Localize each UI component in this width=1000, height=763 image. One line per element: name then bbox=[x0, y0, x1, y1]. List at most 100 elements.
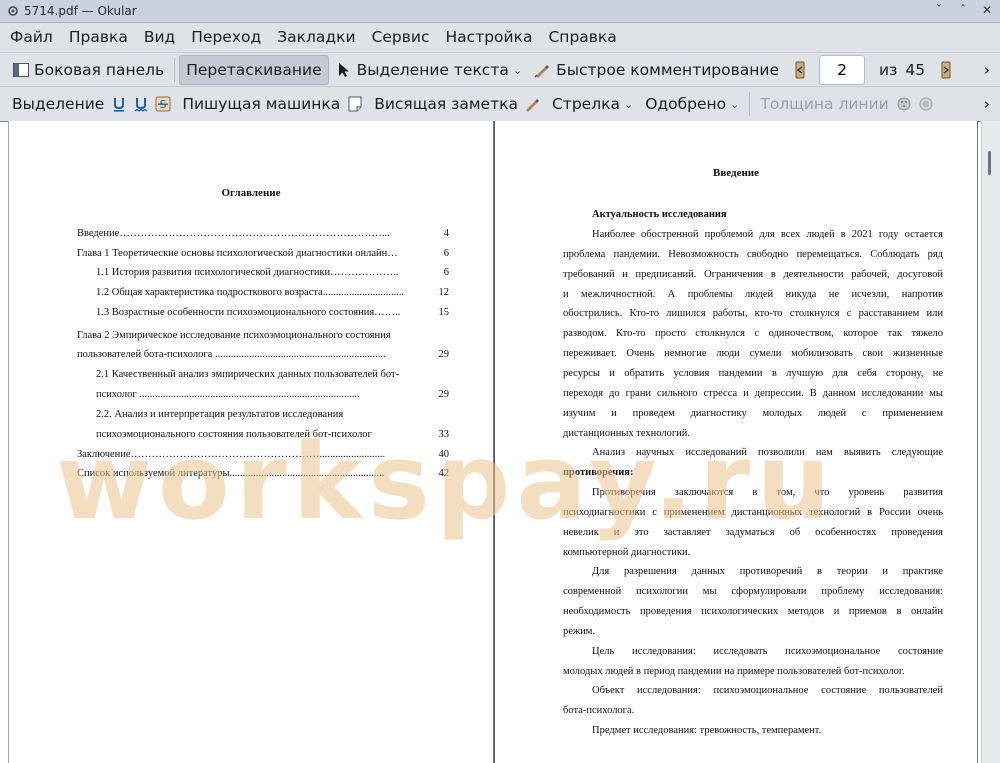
toc-entry[interactable]: психолог ...............................… bbox=[96, 389, 449, 400]
toc-entry[interactable]: 1.2 Общая характеристика подросткового в… bbox=[96, 287, 449, 298]
toc-entry-text: Список используемой литературы..........… bbox=[77, 468, 385, 479]
arrow-tool-button[interactable]: Стрелка ⌄ bbox=[546, 90, 639, 118]
paragraph-line: разводом. Кто-то просто столкнулся с оди… bbox=[563, 328, 943, 339]
toc-entry-page: 4 bbox=[443, 228, 449, 239]
toc-entry[interactable]: 1.3 Возрастные особенности психоэмоциона… bbox=[96, 307, 449, 318]
toc-entry-text: Глава 2 Эмпирическое исследование психоэ… bbox=[77, 330, 391, 341]
sticky-note-button[interactable]: Висящая заметка bbox=[368, 90, 524, 118]
toolbar2-overflow-button[interactable]: › bbox=[978, 90, 996, 118]
document-page-left: Оглавление Введение………………………………………………………… bbox=[8, 121, 494, 763]
paragraph-line: Противоречия заключаются в том, что уров… bbox=[592, 487, 943, 498]
toc-title: Оглавление bbox=[221, 187, 281, 199]
paragraph-line: дистанционных технологий. bbox=[563, 428, 691, 439]
page-number-input[interactable]: 2 bbox=[819, 55, 865, 85]
toc-entry[interactable]: Список используемой литературы..........… bbox=[77, 468, 449, 479]
toc-entry[interactable]: Глава 2 Эмпирическое исследование психоэ… bbox=[77, 330, 449, 341]
toolbar-separator bbox=[174, 58, 176, 82]
paragraph-line: психодиагностики с применением дистанцио… bbox=[563, 507, 943, 518]
toc-entry-text: Введение…………………………………………………………………... bbox=[77, 228, 390, 239]
toc-entry-text: психоэмоционального состояния пользовате… bbox=[96, 429, 372, 440]
toc-entry[interactable]: 2.1 Качественный анализ эмпирических дан… bbox=[96, 369, 449, 380]
toc-entry-text: 2.2. Анализ и интерпретация результатов … bbox=[96, 409, 344, 420]
menu-tools[interactable]: Сервис bbox=[364, 24, 438, 50]
menu-help[interactable]: Справка bbox=[540, 24, 624, 50]
chevron-down-icon[interactable]: ⌄ bbox=[730, 98, 739, 111]
toolbar-overflow-button[interactable]: › bbox=[978, 56, 996, 84]
toc-entry-text: 2.1 Качественный анализ эмпирических дан… bbox=[96, 369, 400, 380]
toc-entry[interactable]: Заключение………………………………………………............… bbox=[77, 449, 449, 460]
paragraph-line: невелик и это заставляет задуматься об о… bbox=[563, 527, 943, 538]
vertical-scrollbar[interactable] bbox=[981, 121, 1000, 763]
toc-entry-page: 29 bbox=[438, 389, 450, 400]
toc-entry-page: 33 bbox=[438, 429, 450, 440]
menu-bookmarks[interactable]: Закладки bbox=[269, 24, 363, 50]
next-page-icon[interactable] bbox=[937, 61, 955, 79]
menu-settings[interactable]: Настройка bbox=[438, 24, 541, 50]
menu-edit[interactable]: Правка bbox=[61, 24, 136, 50]
paragraph-line: Наиболее обостренной проблемой для всех … bbox=[592, 229, 943, 240]
line-width-label: Толщина линии bbox=[760, 95, 889, 113]
underline-icon[interactable] bbox=[110, 95, 128, 113]
paragraph-line: современной психологии мы сформулировали… bbox=[563, 586, 943, 597]
paragraph-line: ресурсы и обратить условия пандемии в лу… bbox=[563, 368, 943, 379]
maximize-icon[interactable]: ˆ bbox=[956, 3, 970, 17]
menu-view[interactable]: Вид bbox=[136, 24, 183, 50]
document-viewport[interactable]: Оглавление Введение………………………………………………………… bbox=[0, 121, 1000, 763]
paragraph-line: и межличностной. А проблемы людей никуда… bbox=[563, 289, 943, 300]
line-width-button[interactable]: Толщина линии bbox=[754, 90, 894, 118]
quick-comment-button[interactable]: Быстрое комментирование bbox=[528, 56, 785, 84]
toc-entry-page: 42 bbox=[438, 468, 450, 479]
opacity-icon[interactable] bbox=[917, 95, 935, 113]
paragraph-line: режим. bbox=[563, 626, 596, 637]
menu-file[interactable]: Файл bbox=[0, 24, 61, 50]
okular-app-icon bbox=[6, 4, 20, 18]
page-of-label: из bbox=[879, 61, 898, 79]
stamp-button[interactable]: Одобрено ⌄ bbox=[639, 90, 745, 118]
toolbar-separator bbox=[749, 92, 751, 116]
toc-entry-text: 1.1 История развития психологической диа… bbox=[96, 267, 399, 278]
toc-entry-page: 15 bbox=[438, 307, 450, 318]
arrow-tool-label: Стрелка bbox=[551, 95, 620, 113]
typewriter-button[interactable]: Пишущая машинка bbox=[176, 90, 346, 118]
chevron-down-icon[interactable]: ⌄ bbox=[624, 98, 633, 111]
highlight-tool-button[interactable]: Выделение bbox=[6, 90, 110, 118]
toc-entry-text: Заключение………………………………………………............… bbox=[77, 449, 386, 460]
color-picker-icon[interactable] bbox=[895, 95, 913, 113]
scrollbar-thumb[interactable] bbox=[988, 151, 991, 175]
sidebar-icon bbox=[12, 61, 30, 79]
toc-entry[interactable]: психоэмоционального состояния пользовате… bbox=[96, 429, 449, 440]
menu-go[interactable]: Переход bbox=[183, 24, 269, 50]
sticky-note-icon bbox=[346, 95, 364, 113]
toc-entry[interactable]: пользователей бота-психолога ...........… bbox=[77, 349, 449, 360]
toc-entry-page: 40 bbox=[438, 449, 450, 460]
paragraph-line: компьютерной диагностики. bbox=[563, 547, 691, 558]
text-select-button[interactable]: Выделение текста ⌄ bbox=[329, 56, 528, 84]
toc-entry[interactable]: 1.1 История развития психологической диа… bbox=[96, 267, 449, 278]
drag-mode-button[interactable]: Перетаскивание bbox=[179, 55, 329, 85]
strikeout-icon[interactable]: S bbox=[154, 95, 172, 113]
paragraph-line: переживает. Очень немногие люди сумели м… bbox=[563, 348, 943, 359]
toc-entry[interactable]: Введение…………………………………………………………………... 4 bbox=[77, 228, 449, 239]
paragraph-line: Для разрешения данных противоречий в тео… bbox=[592, 566, 943, 577]
squiggly-underline-icon[interactable] bbox=[132, 95, 150, 113]
chevron-down-icon[interactable]: ⌄ bbox=[513, 64, 522, 77]
toc-entry[interactable]: Глава 1 Теоретические основы психологиче… bbox=[77, 248, 449, 259]
highlight-tool-label: Выделение bbox=[12, 95, 105, 113]
pen-icon bbox=[534, 61, 552, 79]
previous-page-icon[interactable] bbox=[791, 61, 809, 79]
toc-entry-page: 6 bbox=[443, 267, 449, 278]
toc-entry-page: 6 bbox=[443, 248, 449, 259]
document-page-right: Введение Актуальность исследования Наибо… bbox=[494, 121, 978, 763]
close-icon[interactable]: ✕ bbox=[980, 3, 994, 17]
sticky-note-label: Висящая заметка bbox=[374, 95, 518, 113]
toc-entry[interactable]: 2.2. Анализ и интерпретация результатов … bbox=[96, 409, 449, 420]
window-title: 5714.pdf — Okular bbox=[24, 4, 137, 18]
paragraph-line: Цель исследования: исследовать психоэмоц… bbox=[592, 646, 943, 657]
toc-entry-page: 12 bbox=[438, 287, 450, 298]
minimize-icon[interactable]: ˇ bbox=[932, 3, 946, 17]
sidebar-button[interactable]: Боковая панель bbox=[6, 56, 170, 84]
stamp-label: Одобрено bbox=[645, 95, 727, 113]
paragraph-line: бота-психолога. bbox=[563, 705, 635, 716]
toc-entry-text: пользователей бота-психолога ...........… bbox=[77, 349, 386, 360]
toc-entry-text: психолог ...............................… bbox=[96, 389, 360, 400]
